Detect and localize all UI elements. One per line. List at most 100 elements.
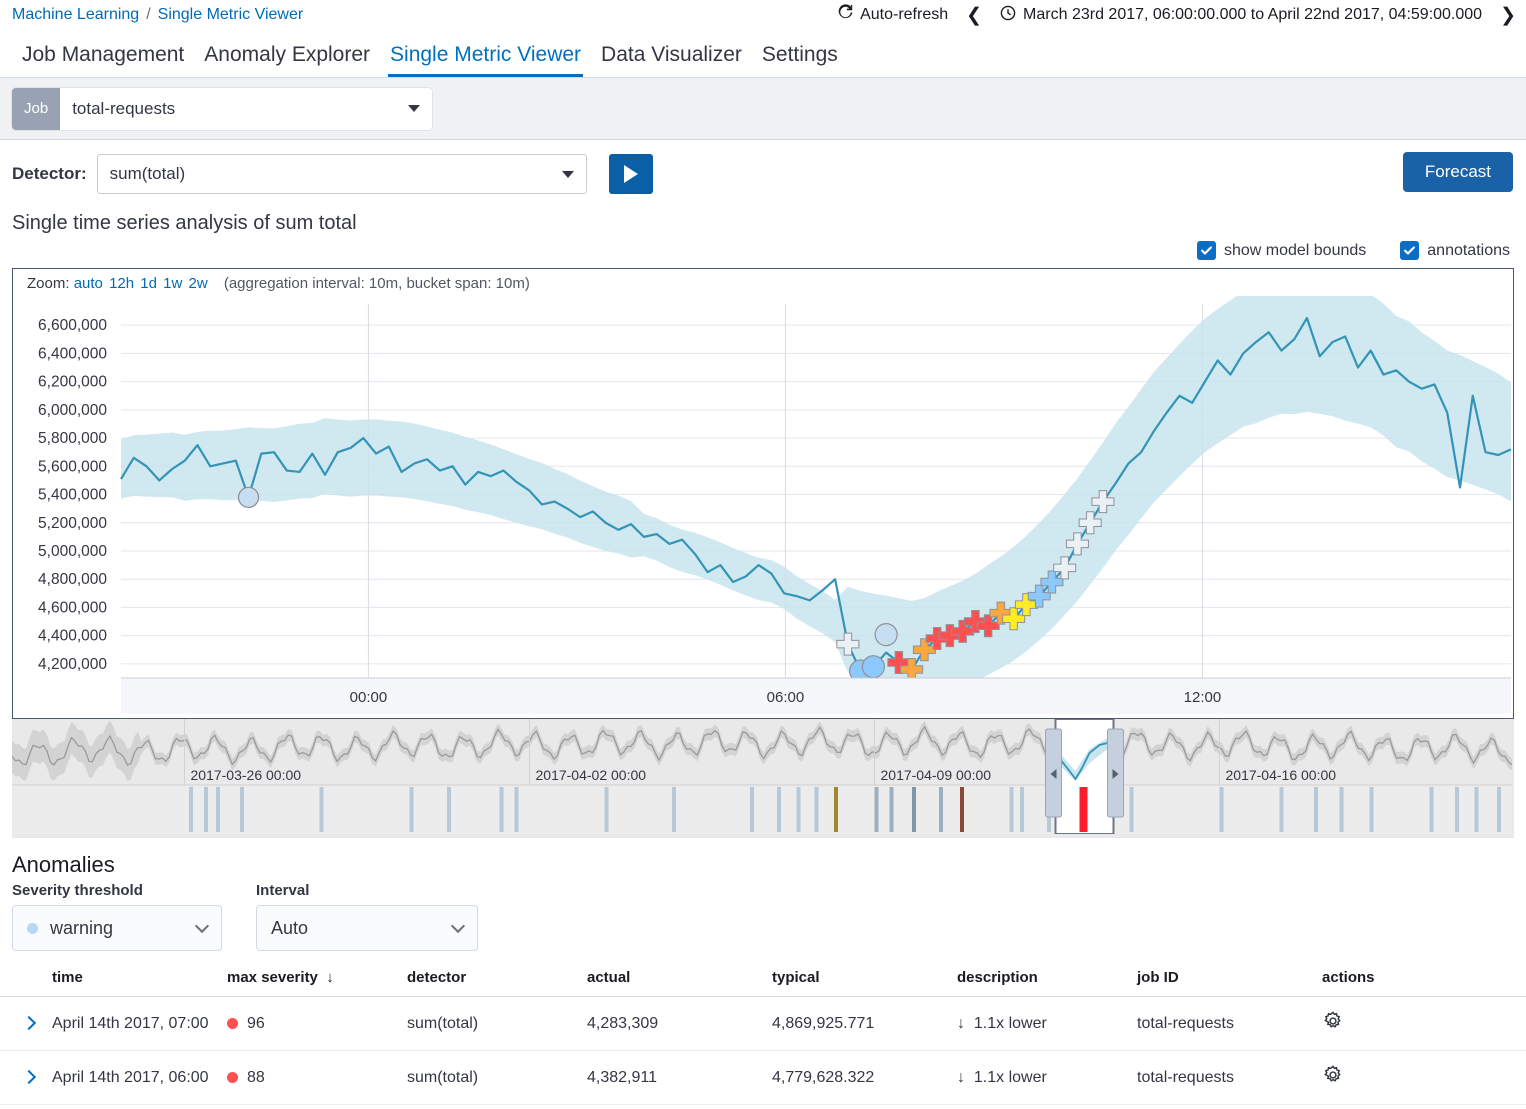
context-chart-svg[interactable]: 2017-03-26 00:002017-04-02 00:002017-04-… xyxy=(12,719,1512,834)
row-expand-button[interactable] xyxy=(0,997,44,1051)
zoom-1w[interactable]: 1w xyxy=(163,275,182,292)
swimlane-anomaly-tick[interactable] xyxy=(890,787,894,832)
focus-chart[interactable]: Zoom: auto 12h 1d 1w 2w (aggregation int… xyxy=(12,268,1514,719)
detector-select[interactable]: sum(total) xyxy=(97,154,587,194)
annotations-checkbox[interactable]: annotations xyxy=(1400,241,1510,260)
swimlane-anomaly-tick[interactable] xyxy=(1370,787,1374,832)
zoom-1d[interactable]: 1d xyxy=(140,275,157,292)
anomaly-marker[interactable] xyxy=(862,656,884,678)
anomaly-marker[interactable] xyxy=(875,624,897,646)
swimlane-anomaly-tick[interactable] xyxy=(189,787,193,832)
gear-icon[interactable] xyxy=(1322,1073,1344,1090)
detector-label: Detector: xyxy=(12,164,87,184)
swimlane-anomaly-tick[interactable] xyxy=(834,787,838,832)
swimlane-anomaly-tick[interactable] xyxy=(410,787,414,832)
interval-control: Interval Auto xyxy=(256,882,478,951)
table-row[interactable]: April 14th 2017, 06:00 88 sum(total) 4,3… xyxy=(0,1051,1526,1105)
row-job-id: total-requests xyxy=(1129,1051,1314,1105)
swimlane-anomaly-tick[interactable] xyxy=(875,787,879,832)
row-actions[interactable] xyxy=(1314,997,1526,1051)
anomaly-marker[interactable] xyxy=(239,487,259,507)
zoom-12h[interactable]: 12h xyxy=(109,275,134,292)
x-axis-tick: 06:00 xyxy=(767,689,805,706)
breadcrumb-root[interactable]: Machine Learning xyxy=(12,6,139,24)
swimlane-anomaly-tick[interactable] xyxy=(605,787,609,832)
column-description[interactable]: description xyxy=(949,963,1129,997)
table-row[interactable]: April 14th 2017, 07:00 96 sum(total) 4,2… xyxy=(0,997,1526,1051)
context-x-axis-tick: 2017-04-16 00:00 xyxy=(1226,767,1337,783)
swimlane-anomaly-tick[interactable] xyxy=(320,787,324,832)
run-button[interactable] xyxy=(609,154,653,194)
y-axis-tick: 4,400,000 xyxy=(38,628,107,645)
checkbox-checked-icon xyxy=(1400,241,1419,260)
zoom-2w[interactable]: 2w xyxy=(188,275,207,292)
y-axis-tick: 5,800,000 xyxy=(38,430,107,447)
swimlane-anomaly-tick[interactable] xyxy=(815,787,819,832)
severity-threshold-value: warning xyxy=(50,918,113,938)
swimlane-anomaly-tick[interactable] xyxy=(1430,787,1434,832)
tab-data-visualizer[interactable]: Data Visualizer xyxy=(591,43,752,77)
swimlane-anomaly-tick[interactable] xyxy=(447,787,451,832)
column-typical[interactable]: typical xyxy=(764,963,949,997)
chevron-down-icon xyxy=(195,919,209,933)
swimlane-anomaly-tick[interactable] xyxy=(1455,787,1459,832)
swimlane-anomaly-tick[interactable] xyxy=(750,787,754,832)
swimlane-anomaly-tick[interactable] xyxy=(1130,787,1134,832)
time-next-button[interactable]: ❯ xyxy=(1500,6,1516,25)
tab-job-management[interactable]: Job Management xyxy=(12,43,194,77)
swimlane-anomaly-tick[interactable] xyxy=(912,787,916,832)
time-prev-button[interactable]: ❮ xyxy=(966,6,982,25)
context-x-axis-tick: 2017-04-09 00:00 xyxy=(881,767,992,783)
swimlane-anomaly-tick[interactable] xyxy=(777,787,781,832)
focus-chart-svg[interactable]: 6,600,0006,400,0006,200,0006,000,0005,80… xyxy=(13,296,1513,714)
table-header-row: time max severity ↓ detector actual typi… xyxy=(0,963,1526,997)
context-chart[interactable]: 2017-03-26 00:002017-04-02 00:002017-04-… xyxy=(12,719,1514,838)
swimlane-anomaly-tick[interactable] xyxy=(1220,787,1224,832)
tab-single-metric-viewer[interactable]: Single Metric Viewer xyxy=(380,43,591,77)
time-range-button[interactable]: March 23rd 2017, 06:00:00.000 to April 2… xyxy=(1000,5,1482,26)
job-selector[interactable]: Job total-requests xyxy=(12,88,432,130)
row-expand-button[interactable] xyxy=(0,1051,44,1105)
column-actual[interactable]: actual xyxy=(579,963,764,997)
auto-refresh-button[interactable]: Auto-refresh xyxy=(837,4,948,26)
chevron-down-icon xyxy=(451,919,465,933)
swimlane-anomaly-tick[interactable] xyxy=(1280,787,1284,832)
swimlane-anomaly-tick[interactable] xyxy=(1340,787,1344,832)
swimlane-anomaly-tick[interactable] xyxy=(672,787,676,832)
swimlane-anomaly-tick[interactable] xyxy=(797,787,801,832)
column-max-severity[interactable]: max severity ↓ xyxy=(219,963,399,997)
swimlane-anomaly-tick[interactable] xyxy=(216,787,220,832)
column-time[interactable]: time xyxy=(44,963,219,997)
brush-handle-left[interactable] xyxy=(1046,729,1062,817)
column-detector[interactable]: detector xyxy=(399,963,579,997)
swimlane-anomaly-tick[interactable] xyxy=(204,787,208,832)
interval-select[interactable]: Auto xyxy=(256,905,478,951)
row-actions[interactable] xyxy=(1314,1051,1526,1105)
swimlane-anomaly-tick[interactable] xyxy=(240,787,244,832)
tab-anomaly-explorer[interactable]: Anomaly Explorer xyxy=(194,43,380,77)
show-model-bounds-checkbox[interactable]: show model bounds xyxy=(1197,241,1366,260)
swimlane-anomaly-tick[interactable] xyxy=(500,787,504,832)
swimlane-anomaly-tick[interactable] xyxy=(1497,787,1501,832)
brush-handle-right[interactable] xyxy=(1108,729,1124,817)
swimlane-anomaly-tick[interactable] xyxy=(515,787,519,832)
tab-settings[interactable]: Settings xyxy=(752,43,848,77)
forecast-button[interactable]: Forecast xyxy=(1403,152,1513,192)
severity-threshold-select[interactable]: warning xyxy=(12,905,222,951)
breadcrumb-current[interactable]: Single Metric Viewer xyxy=(158,6,304,24)
y-axis-tick: 6,400,000 xyxy=(38,345,107,362)
zoom-auto[interactable]: auto xyxy=(74,275,103,292)
swimlane-anomaly-tick[interactable] xyxy=(1314,787,1318,832)
play-icon xyxy=(624,165,638,183)
swimlane-anomaly-tick[interactable] xyxy=(939,787,943,832)
swimlane-anomaly-tick[interactable] xyxy=(1475,787,1479,832)
chevron-right-icon xyxy=(22,1015,36,1029)
gear-icon[interactable] xyxy=(1322,1019,1344,1036)
y-axis-tick: 4,600,000 xyxy=(38,599,107,616)
swimlane-anomaly-tick[interactable] xyxy=(1020,787,1024,832)
column-job-id[interactable]: job ID xyxy=(1129,963,1314,997)
row-description: ↓ 1.1x lower xyxy=(949,1051,1129,1105)
swimlane-anomaly-tick[interactable] xyxy=(960,787,964,832)
swimlane-anomaly-tick[interactable] xyxy=(1010,787,1014,832)
job-select-control[interactable]: total-requests xyxy=(60,88,432,130)
